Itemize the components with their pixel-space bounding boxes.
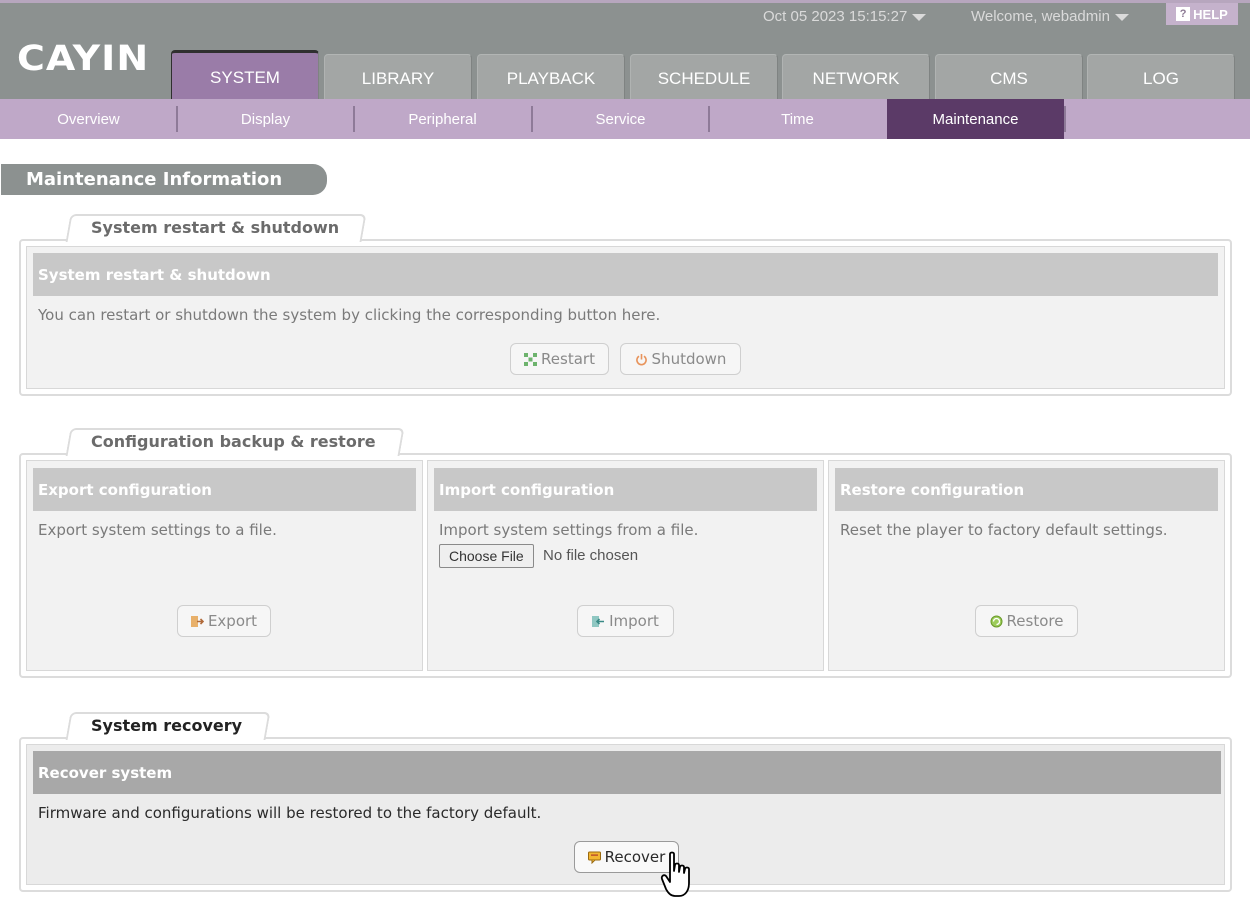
chevron-down-icon (1114, 13, 1129, 21)
import-description: Import system settings from a file. (439, 521, 699, 539)
import-button[interactable]: Import (577, 605, 674, 637)
restart-panel-title: System restart & shutdown (33, 253, 1218, 296)
subtab-service[interactable]: Service (532, 99, 709, 139)
recovery-description: Firmware and configurations will be rest… (38, 804, 542, 822)
export-icon (190, 615, 204, 627)
import-label: Import (609, 612, 659, 630)
restore-button[interactable]: Restore (975, 605, 1078, 637)
export-panel-title: Export configuration (33, 468, 416, 511)
page-title: Maintenance Information (1, 164, 327, 195)
export-label: Export (207, 612, 258, 630)
user-menu[interactable]: Welcome, webadmin (971, 8, 1129, 25)
restart-label: Restart (541, 350, 595, 368)
recovery-panel-title: Recover system (33, 751, 1221, 794)
tab-log[interactable]: LOG (1087, 54, 1235, 102)
tab-system[interactable]: SYSTEM (171, 50, 319, 102)
tab-playback[interactable]: PLAYBACK (477, 54, 625, 102)
import-panel-title: Import configuration (434, 468, 817, 511)
help-icon: ? (1176, 7, 1191, 21)
restart-section-tab-label: System restart & shutdown (91, 218, 340, 237)
tab-cms[interactable]: CMS (935, 54, 1083, 102)
subtab-maintenance[interactable]: Maintenance (887, 99, 1064, 139)
divider (1064, 106, 1066, 132)
subtab-time[interactable]: Time (709, 99, 886, 139)
restart-button[interactable]: Restart (510, 343, 609, 375)
recover-icon (587, 851, 601, 864)
tab-library[interactable]: LIBRARY (324, 54, 472, 102)
datetime-dropdown[interactable]: Oct 05 2023 15:15:27 (763, 8, 927, 25)
export-button[interactable]: Export (177, 605, 271, 637)
shutdown-button[interactable]: Shutdown (620, 343, 741, 375)
help-button[interactable]: ? HELP (1166, 3, 1238, 25)
cayin-logo: CAYIN (17, 37, 150, 79)
config-section-tab-label: Configuration backup & restore (91, 432, 376, 451)
restore-icon (990, 615, 1003, 627)
restart-description: You can restart or shutdown the system b… (38, 306, 661, 324)
file-status: No file chosen (543, 547, 639, 564)
restore-panel-title: Restore configuration (835, 468, 1218, 511)
hand-cursor-icon (660, 851, 690, 897)
sub-navigation: Overview Display Peripheral Service Time… (0, 99, 1250, 139)
subtab-peripheral[interactable]: Peripheral (354, 99, 531, 139)
chevron-down-icon (912, 13, 927, 21)
top-header: CAYIN Oct 05 2023 15:15:27 Welcome, weba… (0, 0, 1250, 102)
restart-icon (524, 352, 538, 366)
tab-schedule[interactable]: SCHEDULE (630, 54, 778, 102)
subtab-overview[interactable]: Overview (0, 99, 177, 139)
tab-network[interactable]: NETWORK (782, 54, 930, 102)
shutdown-label: Shutdown (651, 350, 727, 368)
help-label: HELP (1193, 6, 1228, 22)
import-icon (592, 615, 605, 627)
recovery-section-tab-label: System recovery (91, 716, 243, 735)
power-icon (635, 353, 647, 365)
subtab-display[interactable]: Display (177, 99, 354, 139)
export-description: Export system settings to a file. (38, 521, 277, 539)
welcome-text: Welcome, webadmin (971, 8, 1110, 25)
restore-description: Reset the player to factory default sett… (840, 521, 1168, 539)
choose-file-button[interactable]: Choose File (439, 544, 534, 568)
restore-label: Restore (1006, 612, 1064, 630)
recover-label: Recover (604, 848, 666, 866)
datetime-text: Oct 05 2023 15:15:27 (763, 8, 908, 25)
